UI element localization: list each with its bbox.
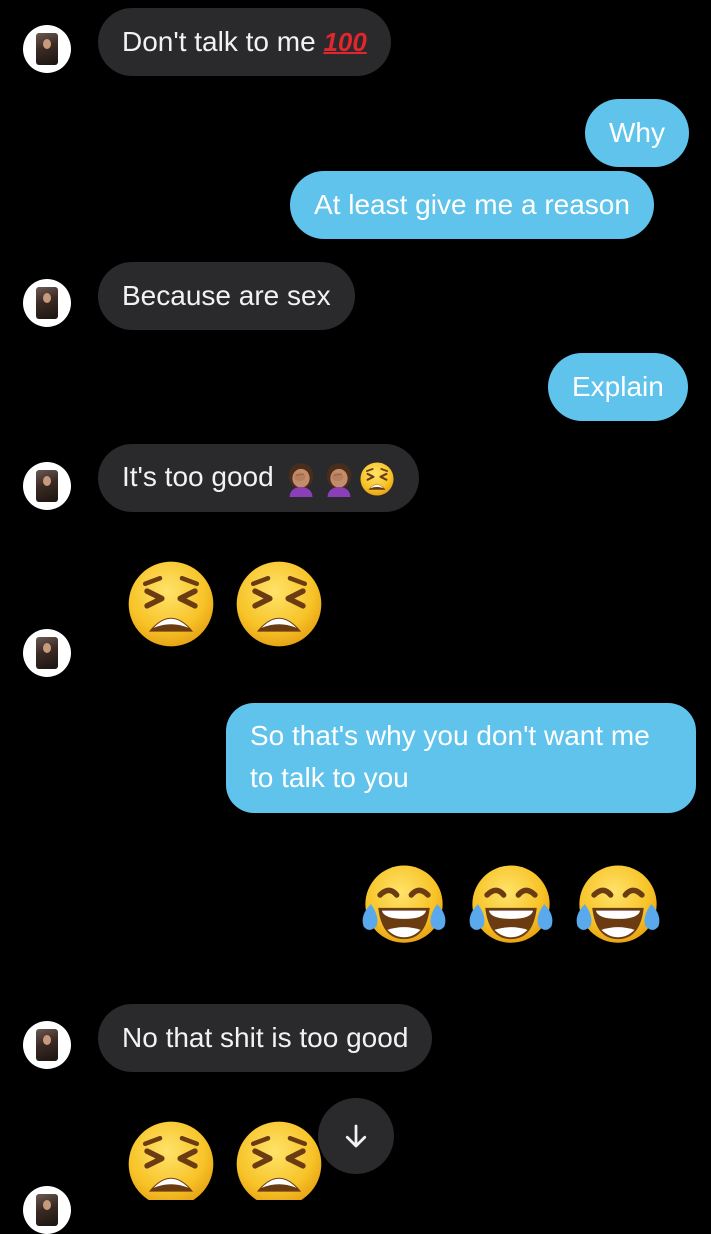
face-with-tears-of-joy-icon: [465, 860, 557, 952]
message-text: Because are sex: [122, 280, 331, 311]
tired-face-icon: [233, 558, 325, 650]
avatar[interactable]: [23, 1021, 71, 1069]
avatar[interactable]: [23, 629, 71, 677]
message-bubble-incoming[interactable]: It's too good: [98, 444, 420, 512]
message-bubble-incoming[interactable]: Because are sex: [98, 262, 355, 330]
emoji-message-incoming[interactable]: [125, 558, 335, 652]
message-text: Don't talk to me: [122, 26, 316, 57]
emoji-message-outgoing[interactable]: [358, 858, 672, 954]
woman-facepalming-icon: [283, 461, 319, 497]
avatar[interactable]: [23, 279, 71, 327]
message-bubble-outgoing[interactable]: Explain: [548, 353, 688, 421]
message-text: Why: [609, 117, 665, 148]
face-with-tears-of-joy-icon: [358, 860, 450, 952]
avatar[interactable]: [23, 462, 71, 510]
message-text: Explain: [572, 371, 664, 402]
message-text: No that shit is too good: [122, 1022, 409, 1053]
avatar[interactable]: [23, 1186, 71, 1234]
message-bubble-outgoing[interactable]: So that's why you don't want me to talk …: [226, 703, 696, 813]
woman-facepalming-icon: [321, 461, 357, 497]
tired-face-icon: [125, 1118, 217, 1200]
emoji-message-incoming[interactable]: [125, 1118, 335, 1200]
avatar[interactable]: [23, 25, 71, 73]
message-text: At least give me a reason: [314, 189, 630, 220]
face-with-tears-of-joy-icon: [572, 860, 664, 952]
hundred-points-icon: 100: [323, 27, 367, 57]
message-bubble-incoming[interactable]: Don't talk to me 100: [98, 8, 391, 76]
tired-face-icon: [359, 461, 395, 497]
message-bubble-incoming[interactable]: No that shit is too good: [98, 1004, 433, 1072]
arrow-down-icon: [341, 1121, 371, 1151]
message-bubble-outgoing[interactable]: Why: [585, 99, 689, 167]
message-text: It's too good: [122, 461, 274, 492]
message-bubble-outgoing[interactable]: At least give me a reason: [290, 171, 654, 239]
message-text: So that's why you don't want me to talk …: [250, 720, 650, 793]
tired-face-icon: [233, 1118, 325, 1200]
tired-face-icon: [125, 558, 217, 650]
scroll-to-bottom-button[interactable]: [318, 1098, 394, 1174]
